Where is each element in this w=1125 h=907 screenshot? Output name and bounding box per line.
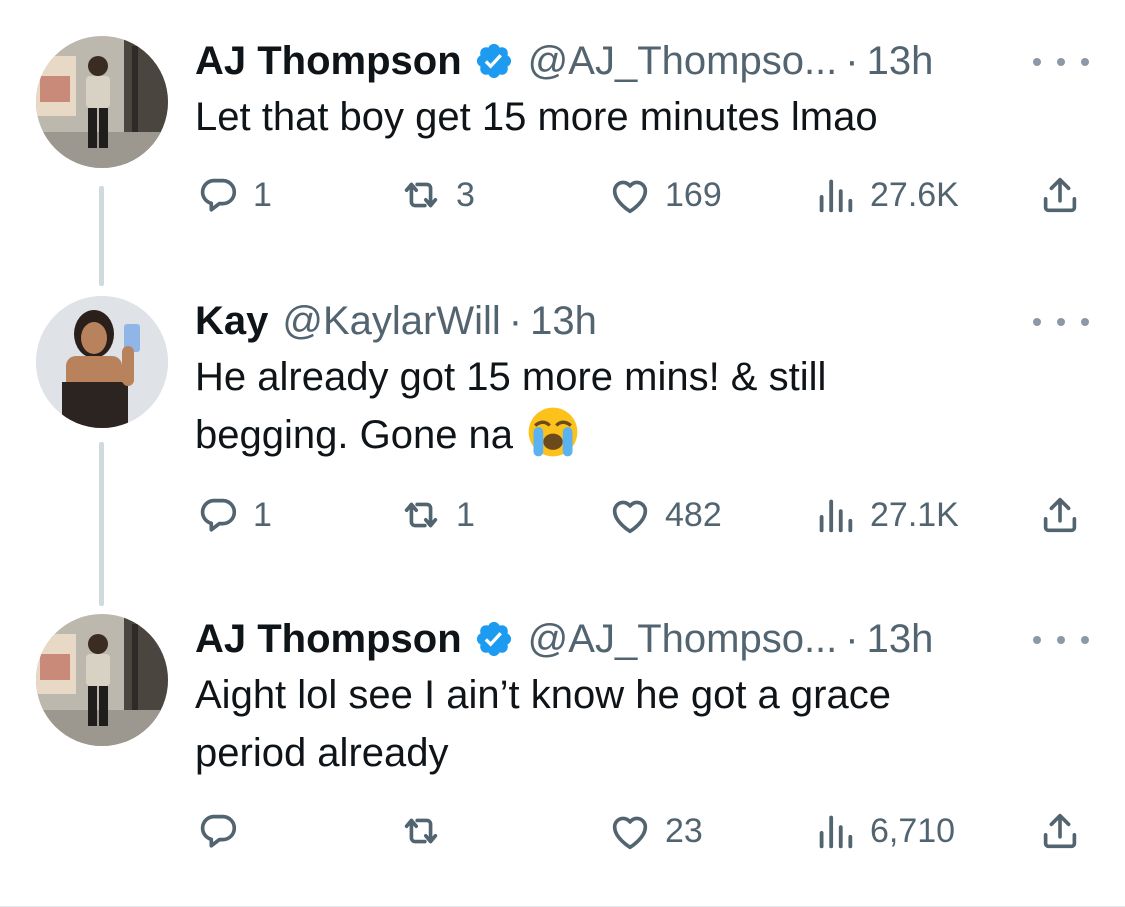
more-icon[interactable]: [1033, 630, 1089, 650]
thread-connector: [99, 442, 104, 606]
tweet-2[interactable]: Kay @KaylarWill · 13h He already got 15 …: [0, 296, 1125, 606]
share-icon: [1043, 497, 1077, 533]
avatar-photo: [36, 36, 168, 168]
views-icon: [819, 815, 853, 849]
tweet-header: AJ Thompson @AJ_Thompso... · 13h: [195, 36, 933, 86]
reply-button[interactable]: 1: [195, 170, 272, 220]
retweet-button[interactable]: [398, 806, 456, 856]
views-count: 6,710: [870, 811, 956, 850]
like-count: 169: [665, 175, 722, 214]
tweet-text-line: He already got 15 more mins! & still: [195, 355, 827, 399]
tweet-text-line-with-emoji: begging. Gone na: [195, 406, 1075, 464]
avatar[interactable]: [36, 296, 168, 428]
reply-icon: [200, 814, 237, 848]
reply-icon: [200, 178, 237, 212]
like-icon: [612, 180, 648, 214]
tweet-text-line: Let that boy get 15 more minutes lmao: [195, 95, 878, 139]
handle[interactable]: @KaylarWill: [282, 299, 500, 344]
avatar-photo: [36, 296, 168, 428]
loudly-crying-face-emoji-icon: [528, 407, 578, 457]
display-name[interactable]: AJ Thompson: [195, 617, 462, 662]
tweet-header: Kay @KaylarWill · 13h: [195, 296, 597, 346]
display-name[interactable]: Kay: [195, 299, 268, 344]
retweet-button[interactable]: 3: [398, 170, 475, 220]
reply-count: 1: [253, 495, 272, 534]
verified-badge-icon: [476, 43, 511, 79]
tweet-header: AJ Thompson @AJ_Thompso... · 13h: [195, 614, 933, 664]
display-name[interactable]: AJ Thompson: [195, 39, 462, 84]
handle[interactable]: @AJ_Thompso...: [528, 39, 838, 84]
retweet-count: 1: [456, 495, 475, 534]
retweet-count: 3: [456, 175, 475, 214]
reply-button[interactable]: [195, 806, 253, 856]
tweet-text: Aight lol see I ain’t know he got a grac…: [195, 666, 1075, 782]
action-bar: 1 1 482 27.1K: [195, 490, 1090, 540]
like-button[interactable]: 23: [607, 806, 703, 856]
share-button[interactable]: [1037, 490, 1083, 540]
views-button[interactable]: 27.6K: [812, 170, 959, 220]
views-count: 27.6K: [870, 175, 959, 214]
like-button[interactable]: 482: [607, 490, 722, 540]
separator-dot: ·: [845, 616, 859, 661]
avatar[interactable]: [36, 614, 168, 746]
like-count: 482: [665, 495, 722, 534]
action-bar: 23 6,710: [195, 806, 1090, 856]
timestamp[interactable]: 13h: [530, 299, 597, 344]
retweet-icon: [404, 818, 438, 844]
avatar-photo: [36, 614, 168, 746]
timestamp[interactable]: 13h: [867, 39, 934, 84]
retweet-icon: [404, 502, 438, 528]
separator-dot: ·: [508, 298, 523, 343]
retweet-icon: [404, 182, 438, 208]
views-icon: [819, 179, 853, 213]
tweet-text: Let that boy get 15 more minutes lmao: [195, 88, 1075, 146]
reply-count: 1: [253, 175, 272, 214]
verified-badge-icon: [476, 621, 511, 657]
share-button[interactable]: [1037, 806, 1083, 856]
reply-button[interactable]: 1: [195, 490, 272, 540]
reply-thread: AJ Thompson @AJ_Thompso... · 13h Let tha…: [0, 0, 1125, 907]
tweet-text: He already got 15 more mins! & still beg…: [195, 348, 1075, 464]
like-count: 23: [665, 811, 703, 850]
tweet-text-line: Aight lol see I ain’t know he got a grac…: [195, 673, 891, 717]
like-button[interactable]: 169: [607, 170, 722, 220]
like-icon: [612, 500, 648, 534]
tweet-text-line: period already: [195, 731, 449, 775]
avatar[interactable]: [36, 36, 168, 168]
share-icon: [1043, 177, 1077, 213]
views-icon: [819, 499, 853, 533]
tweet-text-line: begging. Gone na: [195, 413, 514, 457]
views-button[interactable]: 27.1K: [812, 490, 959, 540]
tweet-1[interactable]: AJ Thompson @AJ_Thompso... · 13h Let tha…: [0, 36, 1125, 286]
separator-dot: ·: [845, 38, 859, 83]
more-icon[interactable]: [1033, 312, 1089, 332]
retweet-button[interactable]: 1: [398, 490, 475, 540]
reply-icon: [200, 498, 237, 532]
like-icon: [612, 816, 648, 850]
more-icon[interactable]: [1033, 52, 1089, 72]
views-count: 27.1K: [870, 495, 959, 534]
share-button[interactable]: [1037, 170, 1083, 220]
action-bar: 1 3 169 27.6K: [195, 170, 1090, 220]
timestamp[interactable]: 13h: [867, 617, 934, 662]
thread-connector: [99, 186, 104, 286]
share-icon: [1043, 813, 1077, 849]
handle[interactable]: @AJ_Thompso...: [528, 617, 838, 662]
tweet-3[interactable]: AJ Thompson @AJ_Thompso... · 13h Aight l…: [0, 614, 1125, 864]
views-button[interactable]: 6,710: [812, 806, 955, 856]
